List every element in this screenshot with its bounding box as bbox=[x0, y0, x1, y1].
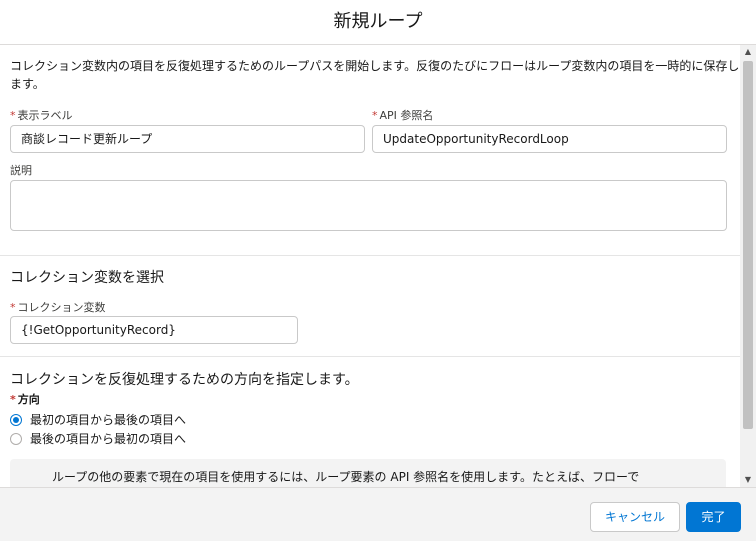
modal-body: コレクション変数内の項目を反復処理するためのループパスを開始します。反復のたびに… bbox=[0, 45, 740, 487]
loop-description: コレクション変数内の項目を反復処理するためのループパスを開始します。反復のたびに… bbox=[10, 59, 740, 91]
info-text: ループの他の要素で現在の項目を使用するには、ループ要素の API 参照名を使用し… bbox=[52, 470, 640, 484]
scroll-down-icon[interactable]: ▼ bbox=[740, 473, 756, 487]
label-input[interactable]: 商談レコード更新ループ bbox=[10, 125, 365, 153]
info-panel: i ループの他の要素で現在の項目を使用するには、ループ要素の API 参照名を使… bbox=[10, 459, 726, 487]
modal-title: 新規ループ bbox=[333, 11, 423, 32]
description-field-label: 説明 bbox=[10, 164, 32, 177]
direction-option-first-to-last[interactable]: 最初の項目から最後の項目へ bbox=[10, 411, 186, 428]
direction-label: * 方向 bbox=[10, 393, 40, 406]
done-button[interactable]: 完了 bbox=[686, 502, 741, 532]
radio-checked[interactable] bbox=[10, 413, 22, 426]
required-mark: * bbox=[10, 301, 16, 314]
section-divider bbox=[0, 255, 740, 256]
collection-section-heading: コレクション変数を選択 bbox=[10, 270, 164, 286]
required-mark: * bbox=[372, 109, 378, 122]
api-name-field-label: * API 参照名 bbox=[372, 109, 434, 122]
label-field-label: * 表示ラベル bbox=[10, 109, 73, 122]
direction-section-heading: コレクションを反復処理するための方向を指定します。 bbox=[10, 372, 359, 388]
radio-label: 最後の項目から最初の項目へ bbox=[30, 432, 187, 446]
vertical-scrollbar[interactable]: ▲ ▼ bbox=[740, 45, 756, 487]
api-name-input[interactable]: UpdateOpportunityRecordLoop bbox=[372, 125, 727, 153]
description-textarea[interactable] bbox=[10, 180, 727, 231]
section-divider bbox=[0, 356, 740, 357]
required-mark: * bbox=[10, 393, 16, 406]
direction-option-last-to-first[interactable]: 最後の項目から最初の項目へ bbox=[10, 430, 186, 447]
collection-variable-input[interactable]: {!GetOpportunityRecord} bbox=[10, 316, 298, 344]
modal-footer: キャンセル 完了 bbox=[0, 487, 756, 541]
radio-label: 最初の項目から最後の項目へ bbox=[30, 413, 187, 427]
collection-variable-label: * コレクション変数 bbox=[10, 301, 106, 314]
scroll-thumb[interactable] bbox=[743, 61, 753, 429]
required-mark: * bbox=[10, 109, 16, 122]
modal-header: 新規ループ bbox=[0, 0, 756, 45]
scroll-up-icon[interactable]: ▲ bbox=[740, 45, 756, 59]
radio-unchecked[interactable] bbox=[10, 432, 22, 445]
cancel-button[interactable]: キャンセル bbox=[590, 502, 680, 532]
